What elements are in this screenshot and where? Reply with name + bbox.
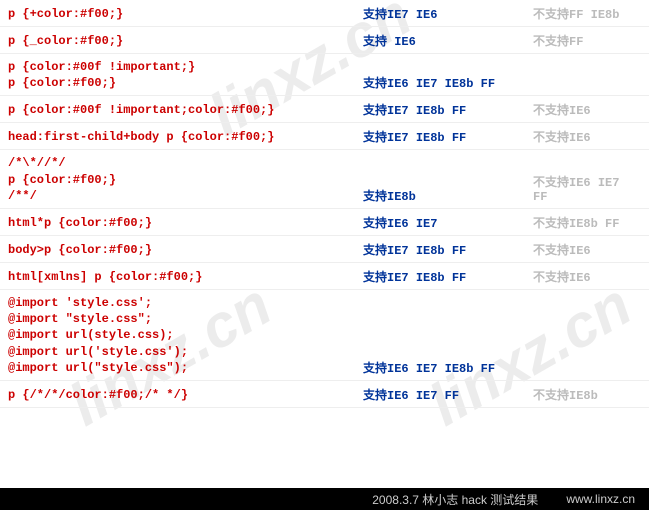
support-cell: 支持IE6 IE7 IE8b FF bbox=[363, 359, 533, 376]
code-cell: p {color:#00f !important;color:#f00;} bbox=[8, 102, 363, 118]
not-support-cell: 不支持FF IE8b bbox=[533, 5, 641, 22]
table-row: p {_color:#f00;}支持 IE6不支持FF bbox=[0, 27, 649, 54]
support-label: 支持 bbox=[363, 216, 387, 230]
support-cell: 支持IE8b bbox=[363, 187, 533, 204]
not-support-browsers: IE8b bbox=[569, 389, 598, 403]
footer-text: 2008.3.7 林小志 hack 测试结果 bbox=[372, 491, 538, 508]
not-support-cell: 不支持IE6 IE7 FF bbox=[533, 173, 641, 204]
table-row: html[xmlns] p {color:#f00;}支持IE7 IE8b FF… bbox=[0, 263, 649, 290]
not-support-label: 不支持 bbox=[533, 388, 569, 402]
table-row: head:first-child+body p {color:#f00;}支持I… bbox=[0, 123, 649, 150]
support-label: 支持 bbox=[363, 189, 387, 203]
footer-bar: 2008.3.7 林小志 hack 测试结果 www.linxz.cn bbox=[0, 488, 649, 510]
code-cell: /*\*//*/ p {color:#f00;} /**/ bbox=[8, 155, 363, 204]
not-support-label: 不支持 bbox=[533, 175, 569, 189]
support-browsers: IE7 IE8b FF bbox=[387, 131, 466, 145]
table-row: html*p {color:#f00;}支持IE6 IE7不支持IE8b FF bbox=[0, 209, 649, 236]
not-support-cell: 不支持IE6 bbox=[533, 128, 641, 145]
table-row: p {color:#00f !important;color:#f00;}支持I… bbox=[0, 96, 649, 123]
footer-url: www.linxz.cn bbox=[566, 492, 635, 506]
support-cell: 支持IE6 IE7 FF bbox=[363, 386, 533, 403]
support-browsers: IE7 IE6 bbox=[387, 8, 437, 22]
support-label: 支持 bbox=[363, 76, 387, 90]
table-row: p {+color:#f00;}支持IE7 IE6不支持FF IE8b bbox=[0, 0, 649, 27]
support-browsers: IE6 bbox=[387, 35, 416, 49]
support-cell: 支持IE7 IE8b FF bbox=[363, 101, 533, 118]
support-label: 支持 bbox=[363, 7, 387, 21]
table-row: /*\*//*/ p {color:#f00;} /**/支持IE8b不支持IE… bbox=[0, 150, 649, 209]
support-cell: 支持IE6 IE7 IE8b FF bbox=[363, 74, 533, 91]
code-cell: html*p {color:#f00;} bbox=[8, 215, 363, 231]
hack-results-table: p {+color:#f00;}支持IE7 IE6不支持FF IE8bp {_c… bbox=[0, 0, 649, 408]
support-label: 支持 bbox=[363, 270, 387, 284]
support-cell: 支持IE7 IE8b FF bbox=[363, 128, 533, 145]
support-cell: 支持IE7 IE8b FF bbox=[363, 268, 533, 285]
support-cell: 支持IE7 IE8b FF bbox=[363, 241, 533, 258]
not-support-label: 不支持 bbox=[533, 130, 569, 144]
support-label: 支持 bbox=[363, 361, 387, 375]
support-label: 支持 bbox=[363, 34, 387, 48]
support-browsers: IE6 IE7 IE8b FF bbox=[387, 77, 495, 91]
not-support-browsers: IE8b FF bbox=[569, 217, 619, 231]
code-cell: p {/*/*/color:#f00;/* */} bbox=[8, 387, 363, 403]
code-cell: p {+color:#f00;} bbox=[8, 6, 363, 22]
support-label: 支持 bbox=[363, 243, 387, 257]
support-browsers: IE8b bbox=[387, 190, 416, 204]
code-cell: p {color:#00f !important;} p {color:#f00… bbox=[8, 59, 363, 91]
not-support-browsers: IE6 bbox=[569, 244, 591, 258]
code-cell: body>p {color:#f00;} bbox=[8, 242, 363, 258]
not-support-browsers: FF IE8b bbox=[569, 8, 619, 22]
support-label: 支持 bbox=[363, 388, 387, 402]
not-support-label: 不支持 bbox=[533, 216, 569, 230]
table-row: @import 'style.css'; @import "style.css"… bbox=[0, 290, 649, 381]
code-cell: head:first-child+body p {color:#f00;} bbox=[8, 129, 363, 145]
not-support-cell: 不支持IE8b bbox=[533, 386, 641, 403]
table-row: p {color:#00f !important;} p {color:#f00… bbox=[0, 54, 649, 96]
not-support-cell: 不支持IE6 bbox=[533, 268, 641, 285]
not-support-browsers: IE6 bbox=[569, 271, 591, 285]
support-browsers: IE7 IE8b FF bbox=[387, 244, 466, 258]
not-support-label: 不支持 bbox=[533, 7, 569, 21]
not-support-label: 不支持 bbox=[533, 243, 569, 257]
not-support-browsers: FF bbox=[569, 35, 583, 49]
code-cell: @import 'style.css'; @import "style.css"… bbox=[8, 295, 363, 376]
not-support-cell: 不支持IE6 bbox=[533, 241, 641, 258]
support-label: 支持 bbox=[363, 103, 387, 117]
support-browsers: IE6 IE7 IE8b FF bbox=[387, 362, 495, 376]
code-cell: p {_color:#f00;} bbox=[8, 33, 363, 49]
not-support-browsers: IE6 bbox=[569, 131, 591, 145]
not-support-label: 不支持 bbox=[533, 34, 569, 48]
support-browsers: IE7 IE8b FF bbox=[387, 104, 466, 118]
support-browsers: IE6 IE7 bbox=[387, 217, 437, 231]
code-cell: html[xmlns] p {color:#f00;} bbox=[8, 269, 363, 285]
not-support-cell: 不支持IE8b FF bbox=[533, 214, 641, 231]
support-cell: 支持IE7 IE6 bbox=[363, 5, 533, 22]
not-support-cell: 不支持FF bbox=[533, 32, 641, 49]
support-browsers: IE7 IE8b FF bbox=[387, 271, 466, 285]
not-support-browsers: IE6 bbox=[569, 104, 591, 118]
support-browsers: IE6 IE7 FF bbox=[387, 389, 459, 403]
table-row: body>p {color:#f00;}支持IE7 IE8b FF不支持IE6 bbox=[0, 236, 649, 263]
not-support-cell: 不支持IE6 bbox=[533, 101, 641, 118]
support-cell: 支持IE6 IE7 bbox=[363, 214, 533, 231]
table-row: p {/*/*/color:#f00;/* */}支持IE6 IE7 FF不支持… bbox=[0, 381, 649, 408]
support-label: 支持 bbox=[363, 130, 387, 144]
not-support-label: 不支持 bbox=[533, 103, 569, 117]
support-cell: 支持 IE6 bbox=[363, 32, 533, 49]
not-support-label: 不支持 bbox=[533, 270, 569, 284]
